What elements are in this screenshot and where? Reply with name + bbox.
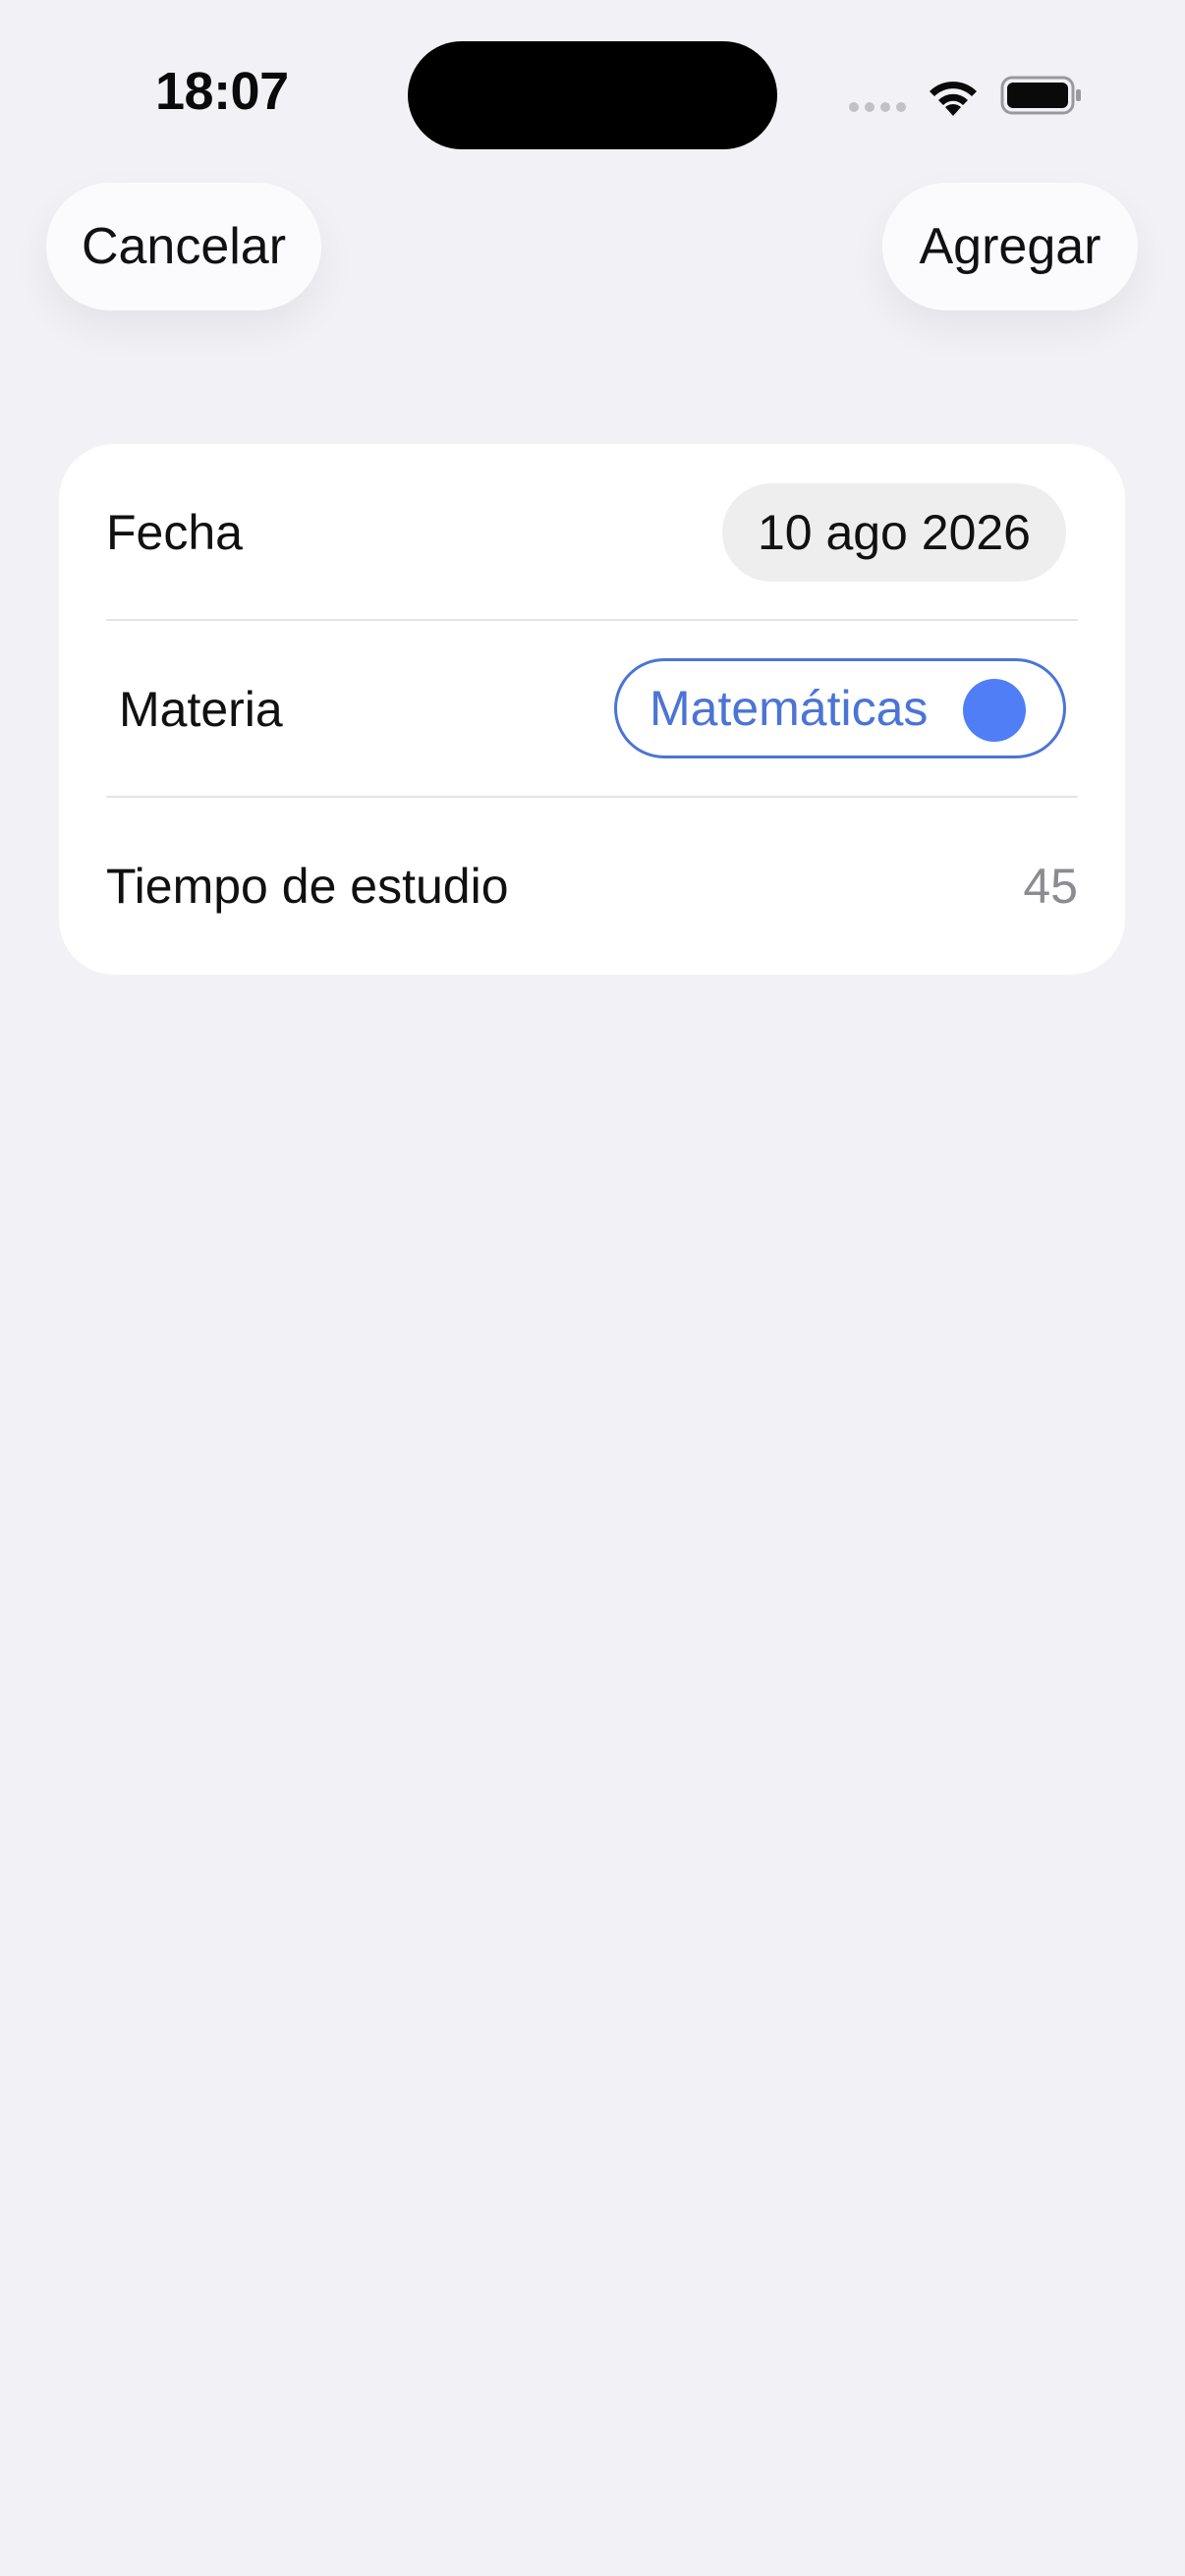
dynamic-island (408, 41, 777, 149)
subject-value: Matemáticas (649, 681, 929, 736)
study-time-field[interactable]: 45 (999, 798, 1078, 975)
subject-label: Materia (119, 682, 283, 737)
wifi-icon (930, 82, 977, 116)
status-time: 18:07 (155, 62, 289, 121)
study-time-row: Tiempo de estudio 45 (59, 798, 1125, 975)
status-bar: 18:07 (0, 0, 1185, 187)
form-card: Fecha 10 ago 2026 Materia Matemáticas Ti… (59, 444, 1125, 975)
subject-color-dot-icon (963, 679, 1026, 742)
signal-dots-icon (849, 102, 908, 116)
cancel-button[interactable]: Cancelar (46, 183, 321, 310)
add-button[interactable]: Agregar (882, 183, 1138, 310)
date-row: Fecha 10 ago 2026 (59, 444, 1125, 621)
study-time-label: Tiempo de estudio (106, 859, 509, 914)
date-label: Fecha (106, 505, 243, 560)
date-picker-button[interactable]: 10 ago 2026 (721, 483, 1066, 582)
subject-row: Materia Matemáticas (59, 621, 1125, 798)
battery-icon (1000, 76, 1081, 115)
subject-picker-button[interactable]: Matemáticas (614, 658, 1066, 758)
